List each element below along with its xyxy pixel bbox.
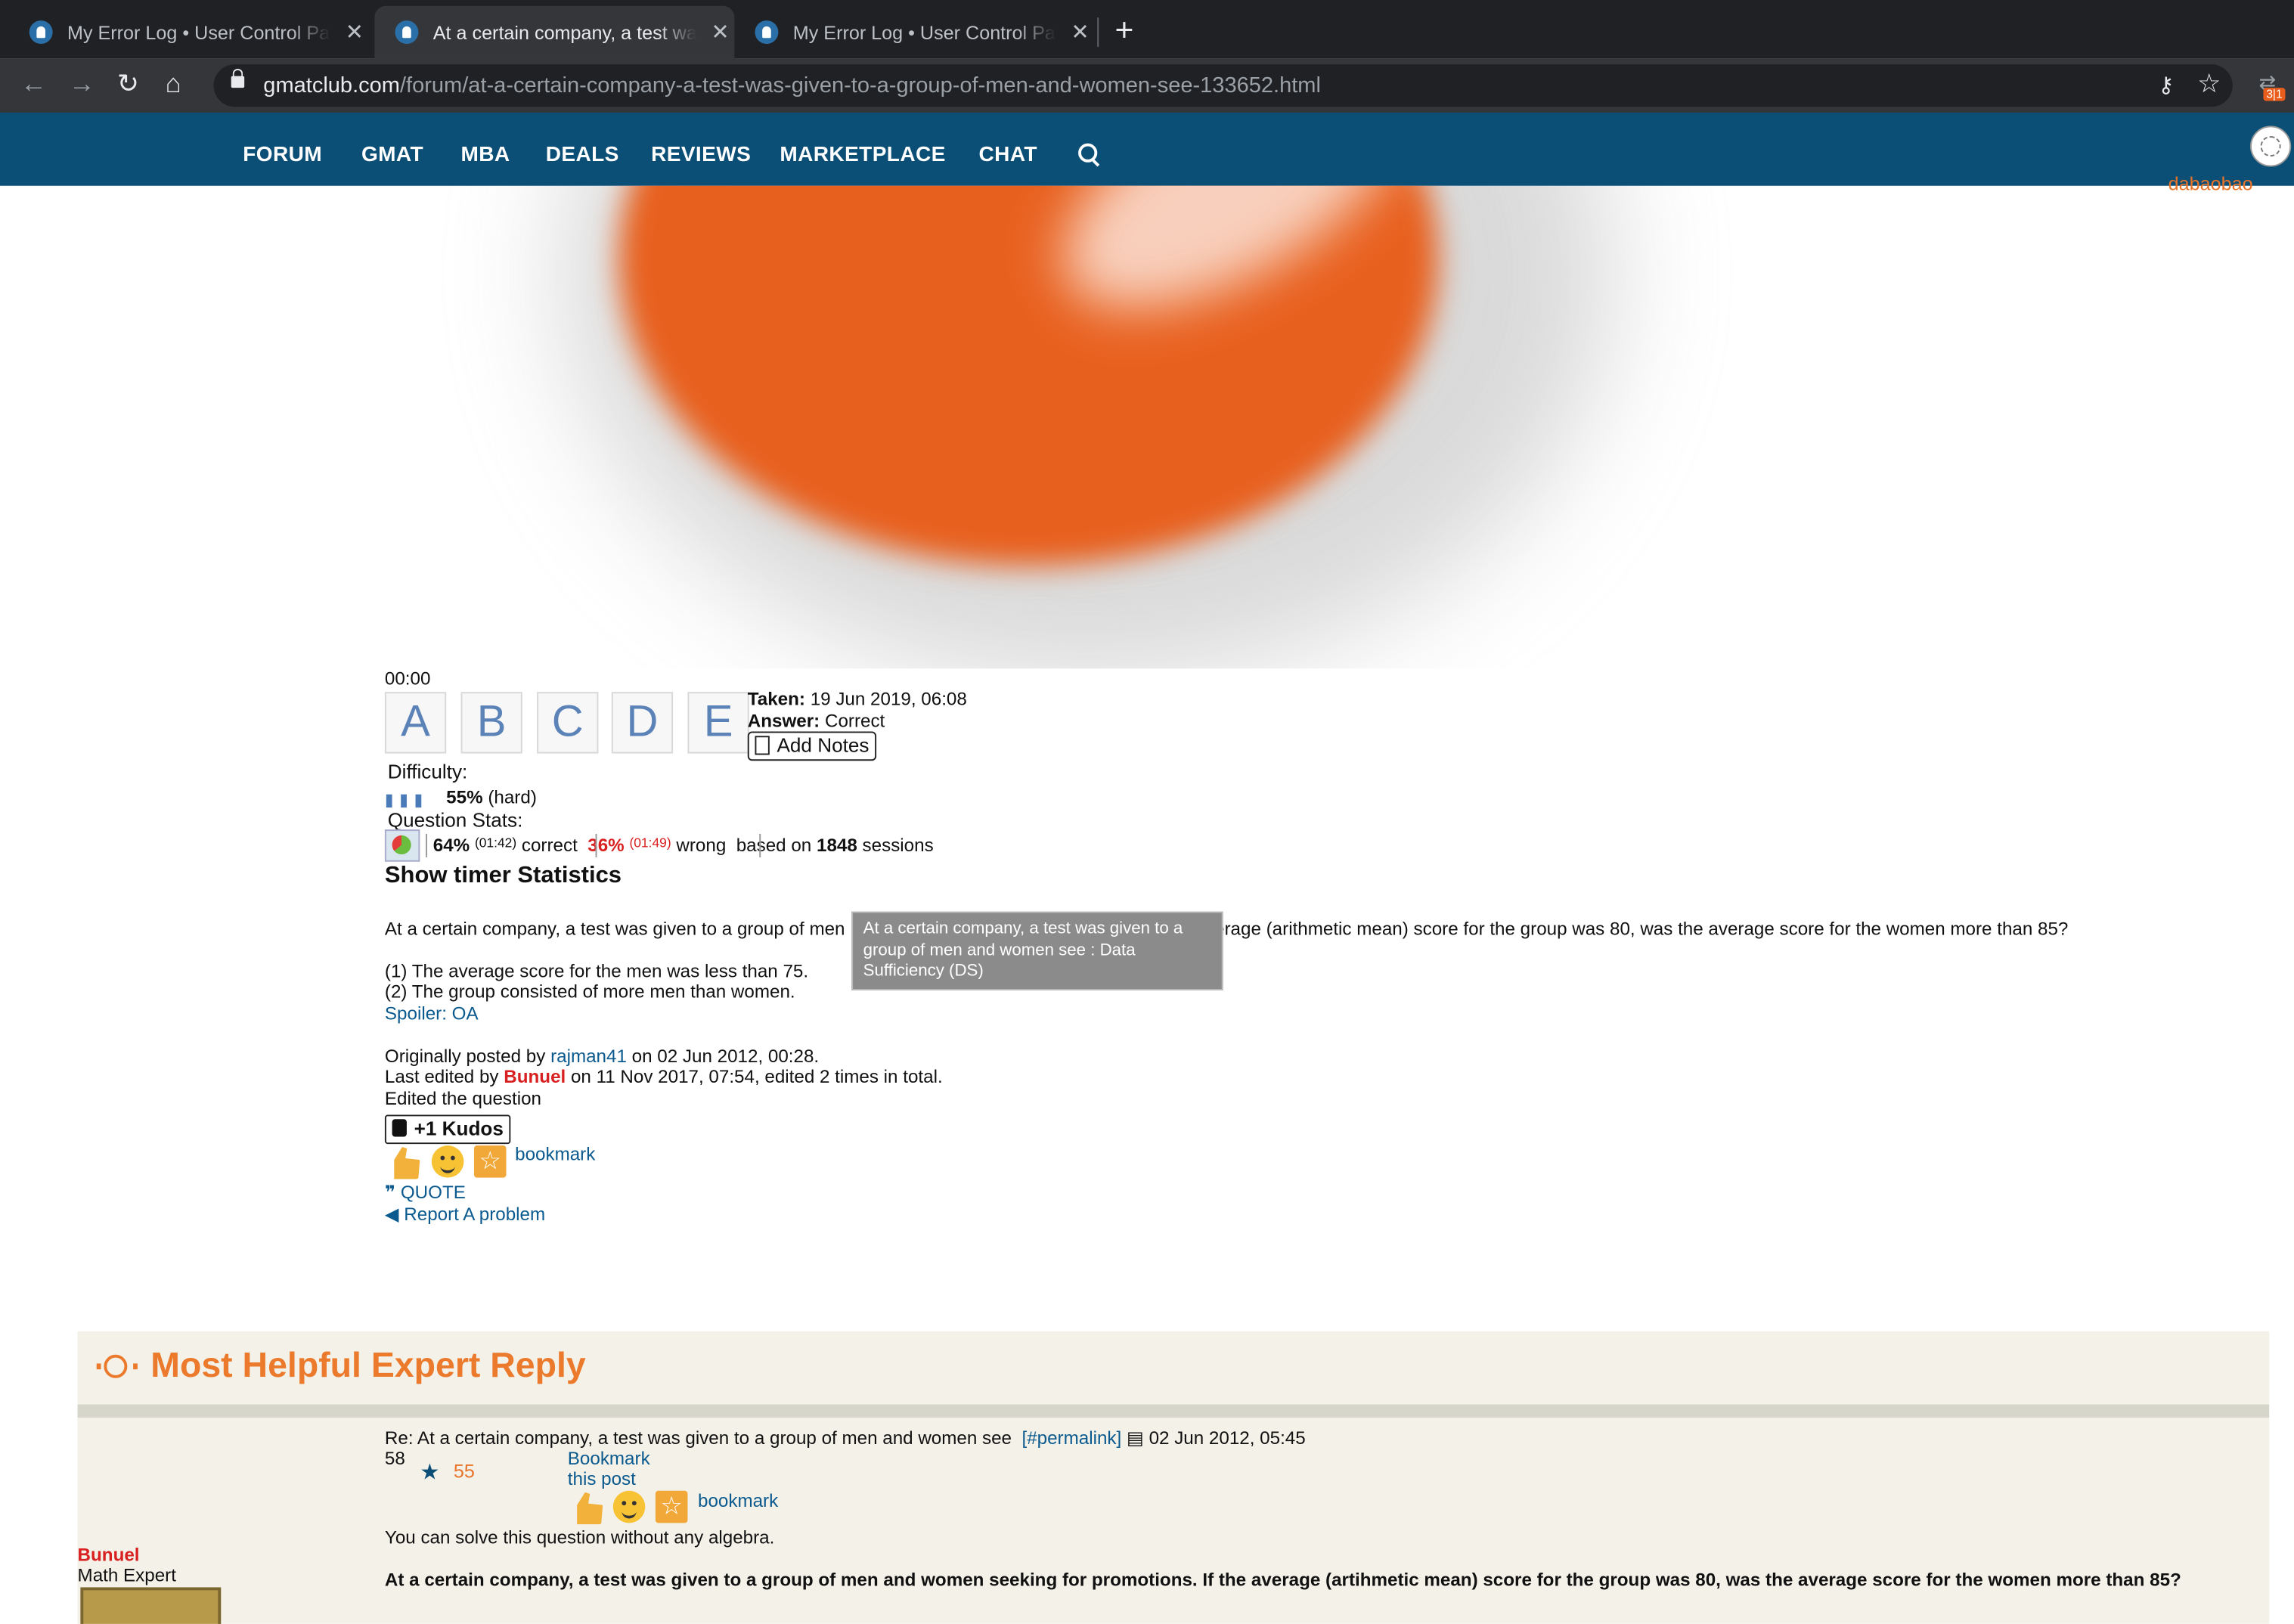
question-timer: 00:00 (384, 668, 431, 690)
bookmark-link[interactable]: bookmark (698, 1491, 778, 1511)
badge-icon (96, 1354, 138, 1378)
search-icon[interactable] (1078, 143, 1098, 163)
back-icon[interactable]: ← (20, 69, 47, 100)
star-icon: ★ (420, 1460, 440, 1486)
difficulty-value: 55% (hard) (446, 787, 537, 808)
author-link[interactable]: rajman41 (550, 1046, 627, 1067)
bookmark-star-icon[interactable]: ☆ (2197, 69, 2221, 100)
nav-gmat[interactable]: GMAT (361, 144, 423, 167)
close-tab-icon[interactable]: ✕ (1071, 19, 1089, 45)
pie-chart-icon (392, 835, 411, 855)
url-text: gmatclub.com/forum/at-a-certain-company-… (263, 73, 1321, 98)
quote-link[interactable]: ❞ QUOTE (384, 1181, 466, 1203)
answer-choice-b[interactable]: B (460, 692, 522, 754)
thumbs-up-reaction-icon[interactable] (394, 1147, 420, 1179)
nav-marketplace[interactable]: MARKETPLACE (780, 144, 945, 167)
close-tab-icon[interactable]: ✕ (711, 19, 729, 45)
star-reaction-icon[interactable]: ☆ (655, 1490, 688, 1523)
question-stats-label: Question Stats: (387, 809, 523, 832)
bookmark-post-link-2[interactable]: this post (568, 1469, 636, 1489)
answer-choice-a[interactable]: A (384, 692, 447, 754)
question-tooltip: At a certain company, a test was given t… (851, 911, 1223, 990)
taken-info: Taken: 19 Jun 2019, 06:08 (747, 689, 967, 710)
stats-pie-button[interactable] (384, 829, 420, 862)
address-bar[interactable]: gmatclub.com/forum/at-a-certain-company-… (213, 64, 2233, 107)
tab-title: My Error Log • User Control Panel (67, 21, 331, 44)
lock-icon (231, 68, 245, 88)
reply-solve-text: You can solve this question without any … (384, 1527, 775, 1548)
blurred-ad-image (385, 185, 1818, 669)
gmatclub-favicon-icon (395, 20, 419, 45)
gmatclub-favicon-icon (755, 20, 779, 45)
nav-forum[interactable]: FORUM (243, 144, 322, 167)
answer-choice-d[interactable]: D (611, 692, 674, 754)
nav-reviews[interactable]: REVIEWS (651, 144, 751, 167)
reply-bold-question: At a certain company, a test was given t… (384, 1570, 2181, 1591)
home-icon[interactable]: ⌂ (166, 69, 181, 100)
forward-icon[interactable]: → (69, 69, 95, 100)
nav-mba[interactable]: MBA (461, 144, 510, 167)
username-link[interactable]: dabaobao (2168, 172, 2253, 194)
document-icon (755, 736, 770, 755)
browser-toolbar: ← → ↻ ⌂ gmatclub.com/forum/at-a-certain-… (0, 58, 2294, 113)
edit-reason: Edited the question (384, 1088, 542, 1109)
tab-title: At a certain company, a test was given t… (432, 21, 697, 44)
smile-reaction-icon[interactable] (431, 1145, 464, 1178)
star-reaction-icon[interactable]: ☆ (473, 1145, 507, 1178)
expert-reply-title: Most Helpful Expert Reply (150, 1346, 586, 1386)
statement-2: (2) The group consisted of more men than… (384, 981, 795, 1003)
question-stats-line: 64% (01:42) correct 36% (01:49) wrong ba… (432, 835, 934, 856)
answer-choice-e[interactable]: E (687, 692, 749, 754)
thumbs-up-icon (392, 1119, 407, 1137)
author-avatar[interactable] (80, 1587, 222, 1624)
user-avatar[interactable] (2250, 126, 2292, 167)
kudos-button[interactable]: +1 Kudos (384, 1114, 511, 1145)
question-text-start: At a certain company, a test was given t… (384, 919, 845, 940)
nav-deals[interactable]: DEALS (546, 144, 619, 167)
smile-reaction-icon[interactable] (612, 1490, 646, 1523)
reply-author-name[interactable]: Bunuel (78, 1545, 140, 1565)
quote-icon: ❞ (384, 1182, 396, 1203)
close-tab-icon[interactable]: ✕ (346, 19, 364, 45)
kudos-count: 58 (384, 1448, 405, 1469)
add-notes-button[interactable]: Add Notes (747, 731, 877, 761)
editor-link[interactable]: Bunuel (504, 1067, 566, 1087)
post-icon: ▤ (1126, 1427, 1144, 1449)
answer-info: Answer: Correct (747, 711, 885, 732)
browser-tab-2-active[interactable]: At a certain company, a test was given t… (374, 5, 735, 59)
report-problem-link[interactable]: ◀ Report A problem (385, 1203, 545, 1225)
show-timer-statistics[interactable]: Show timer Statistics (385, 863, 622, 890)
stats-separator (595, 833, 597, 857)
question-text-end: erage (arithmetic mean) score for the gr… (1214, 919, 2069, 940)
stats-separator (759, 833, 761, 857)
browser-tab-1[interactable]: My Error Log • User Control Panel ✕ (9, 6, 372, 59)
tab-separator (1097, 17, 1099, 47)
reply-author-role: Math Expert (77, 1565, 176, 1586)
bookmark-link[interactable]: bookmark (515, 1144, 595, 1164)
last-edited: Last edited by Bunuel on 11 Nov 2017, 07… (384, 1066, 943, 1087)
reload-icon[interactable]: ↻ (117, 69, 139, 100)
statement-1: (1) The average score for the men was le… (384, 961, 809, 982)
browser-tab-bar: My Error Log • User Control Panel ✕ At a… (0, 0, 2294, 59)
difficulty-label: Difficulty: (387, 761, 468, 783)
spoiler-link[interactable]: Spoiler: OA (385, 1003, 479, 1024)
stats-separator (426, 833, 428, 857)
tab-title: My Error Log • User Control Panel (792, 21, 1057, 44)
new-tab-icon[interactable]: + (1114, 11, 1133, 49)
bookmark-post-link[interactable]: Bookmark (568, 1449, 650, 1469)
site-nav-bar: FORUM GMAT MBA DEALS REVIEWS MARKETPLACE… (0, 112, 2294, 186)
permalink-link[interactable]: [#permalink] (1021, 1428, 1121, 1449)
star-count: 55 (453, 1460, 475, 1483)
answer-choice-c[interactable]: C (537, 692, 599, 754)
originally-posted: Originally posted by rajman41 on 02 Jun … (384, 1046, 820, 1067)
extension-badge: 3|1 (2263, 88, 2286, 101)
nav-chat[interactable]: CHAT (979, 144, 1037, 167)
browser-tab-3[interactable]: My Error Log • User Control Panel ✕ (734, 6, 1094, 59)
reply-title-line: Re: At a certain company, a test was giv… (384, 1427, 1306, 1449)
gmatclub-favicon-icon (29, 20, 53, 45)
key-icon[interactable]: ⚷ (2158, 72, 2174, 98)
expert-divider (77, 1404, 2270, 1418)
megaphone-icon: ◀ (384, 1204, 399, 1225)
